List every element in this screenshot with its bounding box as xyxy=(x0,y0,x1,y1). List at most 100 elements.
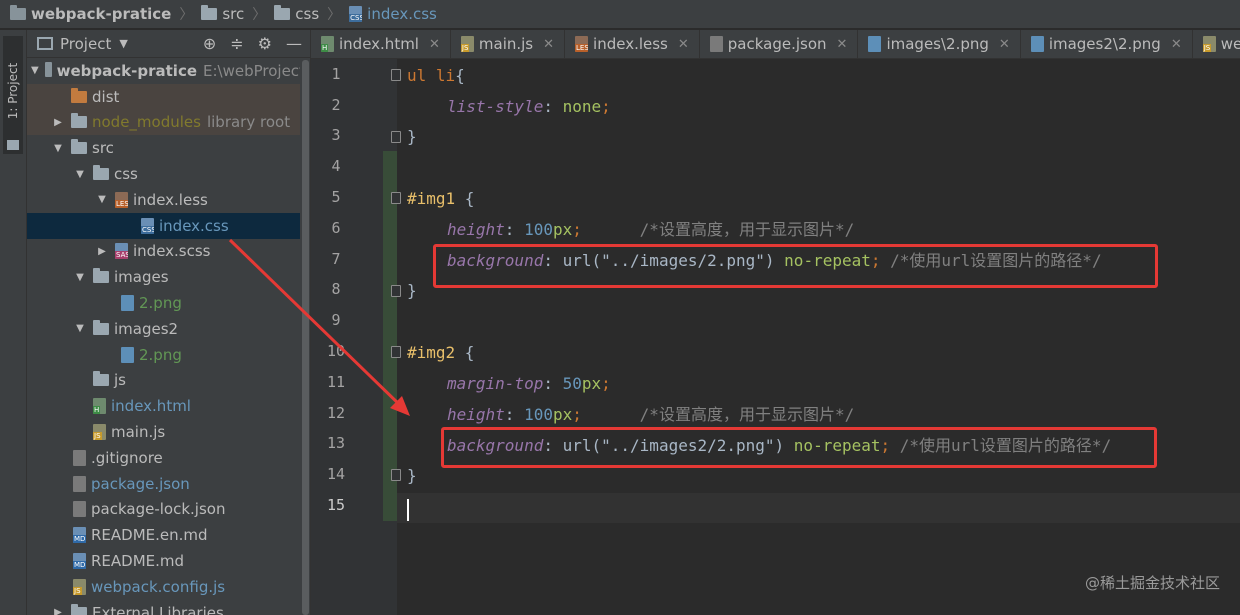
line-number: 7 xyxy=(331,250,341,268)
tree-item-package-lock-json[interactable]: package-lock.json xyxy=(27,497,310,523)
tree-item-src[interactable]: ▼ src xyxy=(27,135,310,161)
close-icon[interactable]: ✕ xyxy=(678,37,689,52)
line-number: 9 xyxy=(331,311,341,329)
project-view-selector[interactable]: Project xyxy=(60,35,111,53)
breadcrumb-project[interactable]: webpack-pratice xyxy=(10,5,171,23)
tree-item-package-json[interactable]: package.json xyxy=(27,471,310,497)
code-area[interactable]: ul li{ list-style: none; } #img1 { heigh… xyxy=(397,59,1240,615)
tree-item-index-css[interactable]: CSSindex.css xyxy=(27,212,310,239)
chevron-right-icon: 〉 xyxy=(327,7,342,23)
project-scrollbar[interactable] xyxy=(300,58,310,615)
js-file-icon: JS xyxy=(93,424,106,441)
tree-item-readme-en[interactable]: MD README.en.md xyxy=(27,522,310,548)
tab-package-json[interactable]: package.json ✕ xyxy=(700,30,859,58)
folder-icon xyxy=(71,139,87,155)
tree-item-js[interactable]: js xyxy=(27,368,310,394)
expand-arrow-icon[interactable]: ▼ xyxy=(51,143,65,154)
code-line-14: } xyxy=(407,466,417,485)
project-panel: Project ▼ ⊕ ≑ ⚙ — ▼ webpack-pratice E:\web… xyxy=(27,30,311,615)
vcs-change-marker[interactable] xyxy=(383,151,397,521)
tree-item-node-modules[interactable]: ▶ node_modules library root xyxy=(27,109,310,136)
breadcrumb-src[interactable]: src xyxy=(201,5,244,23)
sass-file-icon: SASS xyxy=(115,243,128,260)
image-file-icon xyxy=(868,36,882,52)
project-tree: ▼ webpack-pratice E:\webProject\ dist ▶ nod… xyxy=(27,58,310,615)
project-view-icon xyxy=(37,37,53,50)
expand-arrow-icon[interactable]: ▼ xyxy=(31,65,39,76)
tree-item-main-js[interactable]: JS main.js xyxy=(27,419,310,445)
expand-arrow-icon[interactable]: ▶ xyxy=(51,117,65,128)
tab-index-html[interactable]: Hindex.html ✕ xyxy=(311,30,451,58)
breadcrumb-css[interactable]: css xyxy=(274,5,319,23)
json-file-icon xyxy=(73,475,86,492)
tree-item-webpack-pratice[interactable]: ▼ webpack-pratice E:\webProject\ xyxy=(27,58,310,84)
expand-arrow-icon[interactable]: ▼ xyxy=(73,169,87,180)
tab-main-js[interactable]: JS main.js ✕ xyxy=(451,30,566,58)
tree-item-images2-2png[interactable]: 2.png xyxy=(27,342,310,368)
breadcrumb-file[interactable]: CSS index.css xyxy=(349,5,437,23)
tree-item-index-html[interactable]: Hindex.html xyxy=(27,393,310,419)
tree-item-webpack-config[interactable]: JS webpack.config.js xyxy=(27,574,310,600)
code-editor[interactable]: 1 2 3 4 5 6 7 8 9 10 11 12 13 14 15 ul l… xyxy=(311,59,1240,615)
tree-item-readme[interactable]: MD README.md xyxy=(27,548,310,574)
code-line-1: ul li{ xyxy=(407,66,465,85)
close-icon[interactable]: ✕ xyxy=(429,37,440,52)
code-line-3: } xyxy=(407,127,417,146)
chevron-down-icon[interactable]: ▼ xyxy=(119,37,127,50)
line-number: 1 xyxy=(331,65,341,83)
close-icon[interactable]: ✕ xyxy=(1171,37,1182,52)
tab-images2-2png[interactable]: images2\2.png ✕ xyxy=(1021,30,1193,58)
folder-icon xyxy=(93,268,109,284)
close-icon[interactable]: ✕ xyxy=(999,37,1010,52)
tree-item-external-libraries[interactable]: ▶ External Libraries xyxy=(27,600,310,615)
hide-icon[interactable]: — xyxy=(286,34,302,53)
line-number: 5 xyxy=(331,188,341,206)
expand-arrow-icon[interactable]: ▼ xyxy=(95,194,109,205)
markdown-file-icon: MD xyxy=(73,553,86,570)
expand-arrow-icon[interactable]: ▶ xyxy=(51,607,65,615)
annotation-box-img2 xyxy=(441,427,1157,468)
folder-icon xyxy=(93,319,109,335)
line-number: 6 xyxy=(331,219,341,237)
expand-arrow-icon[interactable]: ▶ xyxy=(95,246,109,257)
tree-item-index-scss[interactable]: ▶SASSindex.scss xyxy=(27,239,310,265)
folder-icon xyxy=(44,61,52,77)
code-line-8: } xyxy=(407,281,417,300)
code-line-10: #img2 { xyxy=(407,343,475,362)
text-file-icon xyxy=(73,449,86,466)
tree-item-css[interactable]: ▼ css xyxy=(27,161,310,187)
annotation-box-img1 xyxy=(433,244,1158,288)
line-number: 14 xyxy=(326,465,346,483)
tree-item-images[interactable]: ▼ images xyxy=(27,264,310,290)
close-icon[interactable]: ✕ xyxy=(837,37,848,52)
tab-images-2png[interactable]: images\2.png ✕ xyxy=(858,30,1021,58)
image-file-icon xyxy=(1030,36,1044,52)
locate-icon[interactable]: ⊕ xyxy=(203,34,216,53)
html-file-icon: H xyxy=(321,36,334,52)
folder-icon xyxy=(7,140,19,150)
code-line-2: list-style: none; xyxy=(447,97,611,116)
line-number: 15 xyxy=(326,496,346,514)
current-line-highlight xyxy=(397,493,1240,523)
image-file-icon xyxy=(121,346,134,363)
scrollbar-thumb[interactable] xyxy=(302,60,309,615)
watermark: @稀土掘金技术社区 xyxy=(1084,574,1220,592)
expand-arrow-icon[interactable]: ▼ xyxy=(73,272,87,283)
tree-item-dist[interactable]: dist xyxy=(27,83,310,110)
tree-item-images-2png[interactable]: 2.png xyxy=(27,290,310,316)
tree-item-index-less[interactable]: ▼LESSindex.less xyxy=(27,187,310,213)
expand-arrow-icon[interactable]: ▼ xyxy=(73,323,87,334)
close-icon[interactable]: ✕ xyxy=(543,37,554,52)
tab-webpack-config[interactable]: JSwebp xyxy=(1193,30,1240,58)
line-number: 3 xyxy=(331,126,341,144)
tree-item-images2[interactable]: ▼ images2 xyxy=(27,316,310,342)
line-number: 13 xyxy=(326,434,346,452)
tree-item-gitignore[interactable]: .gitignore xyxy=(27,445,310,471)
css-file-icon: CSS xyxy=(141,217,154,234)
tab-index-less[interactable]: LESSindex.less✕ xyxy=(565,30,700,58)
json-file-icon xyxy=(709,36,723,52)
collapse-all-icon[interactable]: ≑ xyxy=(230,34,243,53)
js-file-icon: JS xyxy=(460,36,474,52)
gear-icon[interactable]: ⚙ xyxy=(258,34,272,53)
project-tool-tab[interactable]: 1: Project xyxy=(3,36,23,154)
